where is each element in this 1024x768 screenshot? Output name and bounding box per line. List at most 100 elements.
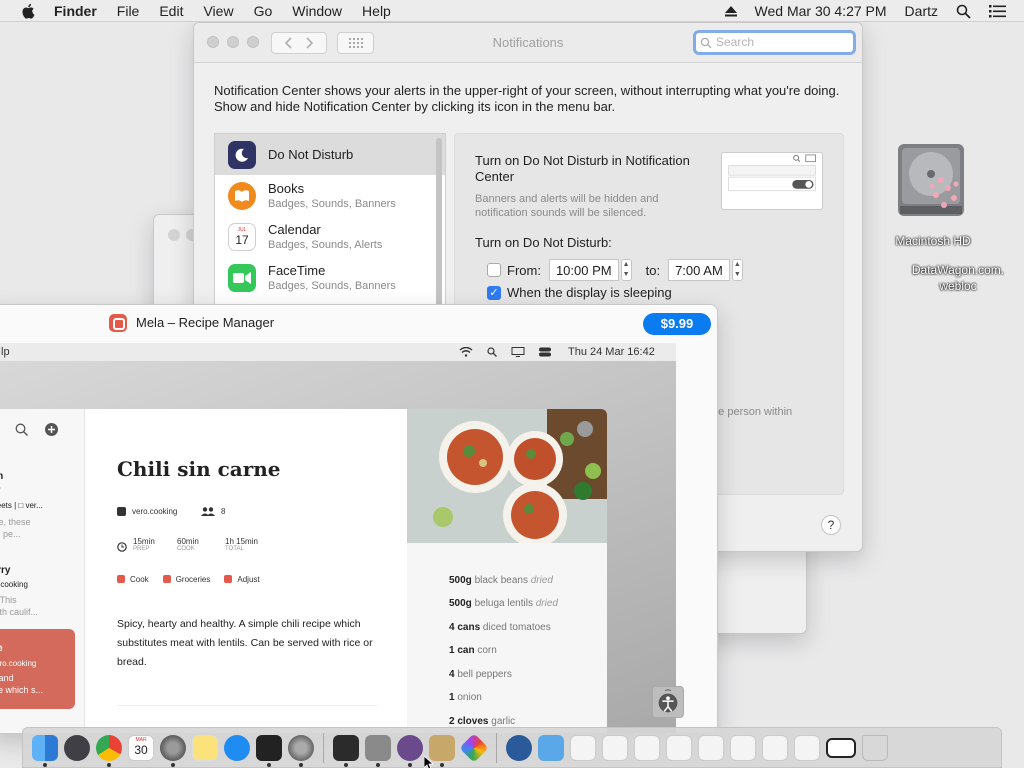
list-item-subtitle: Badges, Sounds, Alerts	[268, 239, 383, 251]
sidebar-item-desc: d and	[0, 673, 14, 683]
menu-user[interactable]: Dartz	[905, 3, 938, 19]
sidebar-item-source: vero.cooking	[0, 659, 37, 668]
people-icon	[201, 507, 215, 516]
apple-menu-icon[interactable]	[20, 3, 38, 19]
menu-app-finder[interactable]: Finder	[54, 3, 97, 19]
to-time-stepper[interactable]: ▲ ▼	[731, 259, 743, 281]
trash-icon[interactable]	[862, 734, 888, 761]
list-item-calendar[interactable]: JUL 17 Calendar Badges, Sounds, Alerts	[215, 216, 445, 257]
sidebar-item-title: ne	[0, 643, 3, 654]
prep-time: 15min PREP	[133, 537, 155, 552]
help-button[interactable]: ?	[821, 515, 841, 535]
dock: MAR 30	[22, 727, 1002, 768]
total-time: 1h 15min TOTAL	[225, 537, 258, 552]
mela-app-icon	[109, 314, 127, 332]
list-item-facetime[interactable]: FaceTime Badges, Sounds, Banners	[215, 257, 445, 298]
list-scrollbar[interactable]	[436, 138, 442, 318]
launchpad-icon[interactable]	[64, 734, 90, 761]
facetime-icon	[228, 263, 256, 292]
recipe-source: vero.cooking	[117, 507, 177, 516]
list-item-books[interactable]: Books Badges, Sounds, Banners	[215, 175, 445, 216]
from-checkbox[interactable]	[487, 263, 501, 277]
price-button[interactable]: $9.99	[643, 313, 711, 335]
list-item-do-not-disturb[interactable]: Do Not Disturb	[215, 134, 445, 175]
color-icon[interactable]	[459, 732, 489, 763]
disk-utility-icon[interactable]	[397, 734, 423, 767]
macintosh-hd-label[interactable]: Macintosh HD	[878, 234, 988, 248]
sidebar-item-title: ith	[0, 471, 3, 482]
menu-edit[interactable]: Edit	[159, 3, 183, 19]
mela-title: Mela – Recipe Manager	[136, 315, 275, 330]
mela-titlebar: Mela – Recipe Manager $9.99	[0, 305, 717, 341]
chrome-icon[interactable]	[96, 734, 122, 767]
preferences-icon[interactable]	[288, 734, 314, 767]
sidebar-item-meta: weets | □ ver...	[0, 501, 43, 510]
macintosh-hd-icon[interactable]	[896, 140, 966, 220]
groceries-action: Groceries	[163, 575, 211, 584]
apps-list[interactable]: Do Not Disturb Books Badges, Sounds, Bann…	[214, 133, 446, 323]
document-stack-icon[interactable]	[634, 734, 660, 761]
calendar-icon[interactable]: MAR 30	[128, 734, 154, 761]
spotlight-icon[interactable]	[956, 4, 971, 19]
list-item-label: FaceTime	[268, 263, 326, 278]
app-store-folder-icon[interactable]	[506, 734, 532, 761]
display-icon	[511, 347, 525, 357]
window-preview-icon[interactable]	[826, 737, 856, 758]
ingredient-row: 1 onion	[449, 692, 482, 703]
menu-clock[interactable]: Wed Mar 30 4:27 PM	[755, 3, 887, 19]
calendar-day: 17	[235, 232, 249, 247]
display-sleeping-row: ✓ When the display is sleeping	[487, 285, 672, 300]
control-center-icon	[539, 347, 551, 357]
display-sleeping-checkbox[interactable]: ✓	[487, 285, 501, 300]
notification-center-icon[interactable]	[989, 4, 1006, 18]
list-item-subtitle: Badges, Sounds, Banners	[268, 198, 396, 210]
to-time-field[interactable]: 7:00 AM	[668, 259, 730, 281]
menu-help[interactable]: Help	[362, 3, 391, 19]
dnd-note: Banners and alerts will be hidden and no…	[475, 193, 659, 219]
menu-go[interactable]: Go	[254, 3, 273, 19]
mela-screenshot: lp Thu 24 Mar 16:42 ith er weets | □ ver…	[0, 343, 676, 733]
dnd-preview-illustration	[721, 152, 823, 210]
activity-monitor-icon[interactable]	[333, 734, 359, 767]
books-icon	[228, 181, 256, 210]
webloc-label[interactable]: DataWagon.com. webloc	[898, 262, 1018, 294]
document-stack-icon[interactable]	[794, 734, 820, 761]
mela-app-store-window[interactable]: Mela – Recipe Manager $9.99 lp Thu 24 Ma…	[0, 304, 718, 734]
from-time-stepper[interactable]: ▲ ▼	[620, 259, 632, 281]
notes-icon[interactable]	[192, 734, 218, 761]
document-stack-icon[interactable]	[762, 734, 788, 761]
archive-icon[interactable]	[365, 734, 391, 767]
document-stack-icon[interactable]	[666, 734, 692, 761]
prefs-titlebar[interactable]: Notifications Search	[194, 23, 862, 63]
terminal-icon[interactable]	[256, 734, 282, 767]
eject-icon[interactable]	[724, 5, 737, 17]
dock-calendar-day: 30	[134, 742, 148, 757]
document-stack-icon[interactable]	[602, 734, 628, 761]
document-stack-icon[interactable]	[730, 734, 756, 761]
turn-on-label: Turn on Do Not Disturb:	[475, 235, 612, 250]
document-stack-icon[interactable]	[570, 734, 596, 761]
add-icon	[45, 423, 58, 436]
chili-photo	[407, 409, 607, 543]
accessibility-icon[interactable]	[652, 686, 684, 718]
ingredient-row: 2 cloves garlic	[449, 716, 516, 727]
dock-separator	[496, 732, 497, 763]
menu-file[interactable]: File	[117, 3, 140, 19]
app-store-icon[interactable]	[224, 734, 250, 761]
system-preferences-icon[interactable]	[160, 734, 186, 767]
finder-icon[interactable]	[32, 734, 58, 767]
from-time-field[interactable]: 10:00 PM	[548, 259, 619, 281]
prefs-description: Notification Center shows your alerts in…	[214, 83, 840, 114]
recipe-sidebar: ith er weets | □ ver... rite, these ith …	[0, 409, 85, 733]
adjust-action: Adjust	[224, 575, 259, 584]
menu-view[interactable]: View	[203, 3, 233, 19]
sidebar-item-desc: ipe which s...	[0, 685, 44, 695]
menu-window[interactable]: Window	[292, 3, 342, 19]
mouse-cursor	[424, 756, 434, 768]
document-stack-icon[interactable]	[698, 734, 724, 761]
schedule-row: From: 10:00 PM ▲ ▼ to: 7:00 AM ▲ ▼	[487, 259, 743, 281]
search-field[interactable]: Search	[693, 30, 856, 55]
wifi-icon	[459, 347, 473, 357]
folder-icon[interactable]	[538, 734, 564, 761]
ingredient-row: 500g black beans dried	[449, 575, 553, 586]
